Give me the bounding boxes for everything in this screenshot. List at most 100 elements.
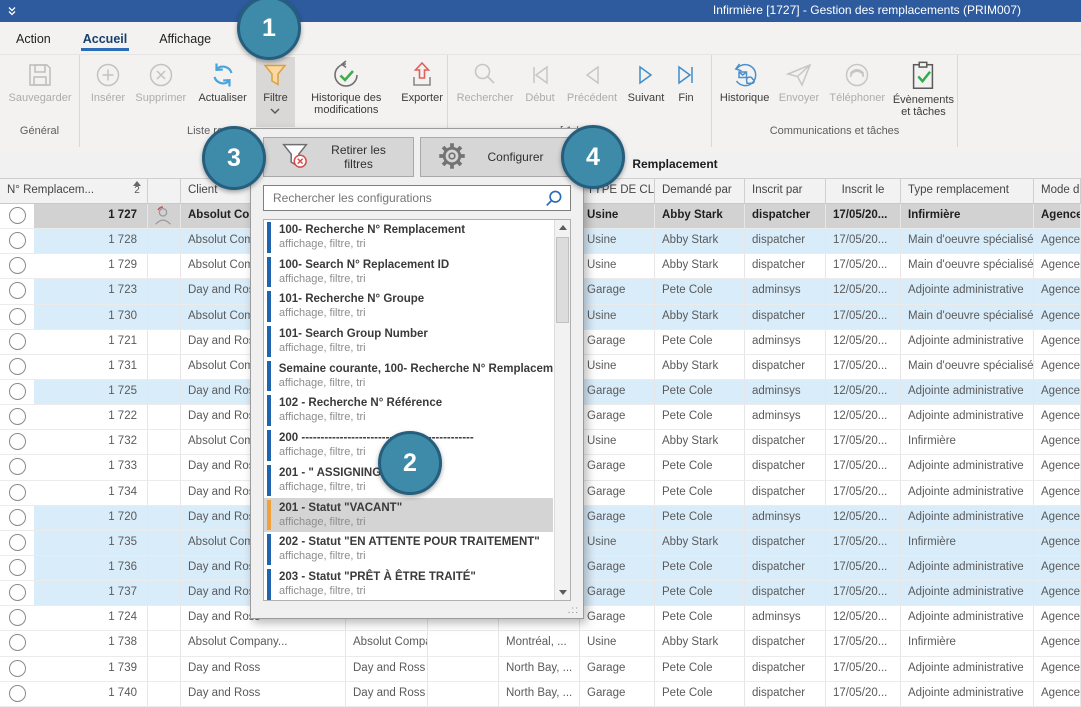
config-item[interactable]: 203 - Statut "PRÊT À ÊTRE TRAITÉ"afficha… <box>264 567 553 601</box>
row-radio[interactable] <box>0 254 34 278</box>
radio-circle[interactable] <box>9 458 26 475</box>
table-row[interactable]: 1 740Day and RossDay and RossNorth Bay, … <box>0 682 1081 707</box>
row-radio[interactable] <box>0 657 34 681</box>
scrollbar-thumb[interactable] <box>556 237 569 323</box>
column-header-type_rempl[interactable]: Type remplacement <box>901 179 1034 203</box>
config-list-scrollbar[interactable] <box>554 220 570 600</box>
row-radio[interactable] <box>0 581 34 605</box>
column-header-mode[interactable]: Mode d'as <box>1034 179 1081 203</box>
cell-type_rempl: Adjointe administrative <box>901 455 1034 479</box>
cell-inscrit_par: adminsys <box>745 506 826 530</box>
insert-button[interactable]: Insérer <box>84 57 132 127</box>
quick-access-icon[interactable] <box>6 5 18 17</box>
row-radio[interactable] <box>0 506 34 530</box>
config-search-input[interactable] <box>264 186 570 210</box>
radio-circle[interactable] <box>9 308 26 325</box>
next-button[interactable]: Suivant <box>622 57 670 127</box>
config-item[interactable]: 102 - Recherche N° Référenceaffichage, f… <box>264 393 553 428</box>
radio-circle[interactable] <box>9 383 26 400</box>
column-header-empty[interactable] <box>148 179 181 203</box>
history-button[interactable]: Historique <box>716 57 773 127</box>
config-item[interactable]: 100- Search N° Replacement IDaffichage, … <box>264 255 553 290</box>
config-item[interactable]: 201 - Statut "VACANT"affichage, filtre, … <box>264 498 553 533</box>
refresh-button[interactable]: Actualiser <box>190 57 256 127</box>
resize-grip[interactable]: .:: <box>568 605 579 616</box>
radio-circle[interactable] <box>9 609 26 626</box>
save-button[interactable]: Sauvegarder <box>4 57 76 127</box>
radio-circle[interactable] <box>9 207 26 224</box>
export-button[interactable]: Exporter <box>397 57 447 127</box>
row-radio[interactable] <box>0 606 34 630</box>
table-row[interactable]: 1 738Absolut Company...Absolut Compa...M… <box>0 631 1081 656</box>
row-radio[interactable] <box>0 279 34 303</box>
first-button[interactable]: Début <box>518 57 562 127</box>
radio-circle[interactable] <box>9 584 26 601</box>
configure-button[interactable]: Configurer <box>420 137 571 177</box>
column-header-inscrit_par[interactable]: Inscrit par <box>745 179 826 203</box>
column-header-num[interactable]: N° Remplacem...2 <box>0 179 148 203</box>
row-radio[interactable] <box>0 355 34 379</box>
row-radio[interactable] <box>0 430 34 454</box>
radio-circle[interactable] <box>9 257 26 274</box>
row-radio[interactable] <box>0 330 34 354</box>
row-radio[interactable] <box>0 455 34 479</box>
previous-button[interactable]: Précédent <box>562 57 622 127</box>
row-radio[interactable] <box>0 305 34 329</box>
cell-type_cli: Garage <box>580 657 655 681</box>
radio-circle[interactable] <box>9 232 26 249</box>
radio-circle[interactable] <box>9 282 26 299</box>
search-button[interactable]: Rechercher <box>452 57 518 127</box>
config-item[interactable]: 202 - Statut "EN ATTENTE POUR TRAITEMENT… <box>264 532 553 567</box>
tab-action[interactable]: Action <box>14 26 53 51</box>
tab-affichage[interactable]: Affichage <box>157 26 213 51</box>
cell-type_cli: Garage <box>580 506 655 530</box>
tab-accueil[interactable]: Accueil <box>81 26 129 51</box>
row-radio[interactable] <box>0 556 34 580</box>
column-header-inscrit_le[interactable]: Inscrit le <box>826 179 901 203</box>
cell-icon <box>148 606 181 630</box>
row-radio[interactable] <box>0 531 34 555</box>
row-radio[interactable] <box>0 204 34 228</box>
scroll-up-button[interactable] <box>555 220 570 236</box>
radio-circle[interactable] <box>9 433 26 450</box>
filter-button[interactable]: Filtre <box>256 57 296 127</box>
config-item[interactable]: 101- Recherche N° Groupeaffichage, filtr… <box>264 289 553 324</box>
radio-circle[interactable] <box>9 333 26 350</box>
cell-mode: Agence <box>1034 204 1081 228</box>
config-item[interactable]: Semaine courante, 100- Recherche N° Remp… <box>264 359 553 394</box>
radio-circle[interactable] <box>9 559 26 576</box>
send-button[interactable]: Envoyer <box>773 57 824 127</box>
table-row[interactable]: 1 739Day and RossDay and RossNorth Bay, … <box>0 657 1081 682</box>
cell-type_cli: Usine <box>580 355 655 379</box>
modification-history-button[interactable]: Historique des modifications <box>295 57 397 127</box>
column-header-demande_par[interactable]: Demandé par <box>655 179 745 203</box>
radio-circle[interactable] <box>9 634 26 651</box>
remove-filters-button[interactable]: Retirer les filtres <box>263 137 414 177</box>
radio-circle[interactable] <box>9 484 26 501</box>
radio-circle[interactable] <box>9 358 26 375</box>
cell-num: 1 737 <box>34 581 148 605</box>
cell-type_cli: Garage <box>580 405 655 429</box>
events-tasks-button[interactable]: Évènements et tâches <box>890 57 957 127</box>
config-item[interactable]: 101- Search Group Numberaffichage, filtr… <box>264 324 553 359</box>
cell-type_cli: Garage <box>580 556 655 580</box>
menu-bar: Action Accueil Affichage <box>0 22 1081 55</box>
radio-circle[interactable] <box>9 509 26 526</box>
phone-button[interactable]: Téléphoner <box>825 57 890 127</box>
row-radio[interactable] <box>0 631 34 655</box>
radio-circle[interactable] <box>9 408 26 425</box>
cell-mode: Agence <box>1034 606 1081 630</box>
row-radio[interactable] <box>0 481 34 505</box>
radio-circle[interactable] <box>9 534 26 551</box>
radio-circle[interactable] <box>9 660 26 677</box>
row-radio[interactable] <box>0 380 34 404</box>
config-title: 200 ------------------------------------… <box>279 431 474 446</box>
last-button[interactable]: Fin <box>670 57 702 127</box>
row-radio[interactable] <box>0 229 34 253</box>
scroll-down-button[interactable] <box>555 584 570 600</box>
row-radio[interactable] <box>0 682 34 706</box>
delete-button[interactable]: Supprimer <box>132 57 190 127</box>
radio-circle[interactable] <box>9 685 26 702</box>
config-item[interactable]: 100- Recherche N° Remplacementaffichage,… <box>264 220 553 255</box>
row-radio[interactable] <box>0 405 34 429</box>
